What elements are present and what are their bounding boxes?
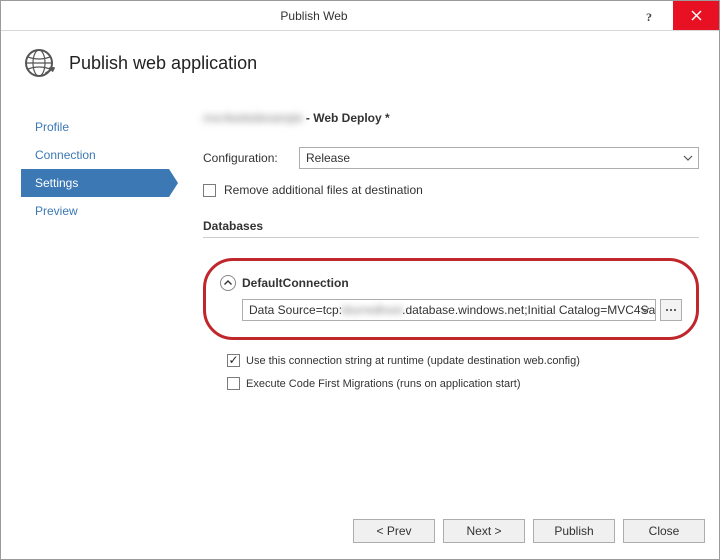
execute-migrations-label: Execute Code First Migrations (runs on a… [246, 378, 521, 390]
window-controls: ? [627, 1, 719, 30]
sidebar-item-connection[interactable]: Connection [21, 141, 169, 169]
databases-divider [203, 237, 699, 238]
window-title: Publish Web [1, 1, 627, 30]
close-icon [691, 10, 702, 21]
chevron-down-icon [639, 303, 651, 320]
sidebar-item-settings[interactable]: Settings [21, 169, 169, 197]
dialog-body: Profile Connection Settings Preview mvc4… [1, 91, 719, 509]
next-button[interactable]: Next > [443, 519, 525, 543]
cs-suffix: .database.windows.net;Initial Catalog=MV… [402, 303, 656, 317]
next-label: Next > [466, 524, 501, 538]
configuration-value: Release [306, 151, 350, 165]
help-button[interactable]: ? [627, 1, 673, 30]
prev-label: < Prev [376, 524, 411, 538]
remove-files-row: Remove additional files at destination [203, 183, 699, 197]
remove-files-label: Remove additional files at destination [224, 183, 423, 197]
profile-heading: mvc4websitesample - Web Deploy * [203, 111, 699, 125]
page-title: Publish web application [69, 53, 257, 74]
publish-web-dialog: Publish Web ? [0, 0, 720, 560]
databases-label: Databases [203, 219, 699, 233]
publish-label: Publish [554, 524, 593, 538]
default-connection-callout: DefaultConnection Data Source=tcp:blurre… [203, 258, 699, 340]
prev-button[interactable]: < Prev [353, 519, 435, 543]
connection-header: DefaultConnection [220, 275, 682, 291]
sidebar-item-label: Profile [35, 120, 69, 134]
cs-prefix: Data Source=tcp: [249, 303, 342, 317]
sidebar-item-preview[interactable]: Preview [21, 197, 169, 225]
chevron-down-icon [682, 151, 694, 168]
sidebar-item-label: Connection [35, 148, 96, 162]
browse-connection-button[interactable] [660, 299, 682, 321]
cs-host-hidden: blurredhost [342, 303, 402, 317]
profile-suffix: - Web Deploy * [306, 111, 390, 125]
collapse-toggle[interactable] [220, 275, 236, 291]
configuration-row: Configuration: Release [203, 147, 699, 169]
sidebar-item-profile[interactable]: Profile [21, 113, 169, 141]
sidebar-item-label: Preview [35, 204, 78, 218]
execute-migrations-checkbox[interactable] [227, 377, 240, 390]
use-at-runtime-label: Use this connection string at runtime (u… [246, 355, 580, 367]
sidebar: Profile Connection Settings Preview [21, 95, 169, 509]
close-label: Close [649, 524, 680, 538]
help-icon: ? [644, 10, 656, 22]
connection-string-row: Data Source=tcp:blurredhost.database.win… [242, 299, 682, 321]
configuration-label: Configuration: [203, 151, 289, 165]
title-bar: Publish Web ? [1, 1, 719, 31]
svg-text:?: ? [646, 10, 652, 22]
globe-icon [21, 45, 57, 81]
remove-files-checkbox[interactable] [203, 184, 216, 197]
sidebar-item-label: Settings [35, 176, 78, 190]
connection-string-select[interactable]: Data Source=tcp:blurredhost.database.win… [242, 299, 656, 321]
publish-button[interactable]: Publish [533, 519, 615, 543]
use-at-runtime-checkbox[interactable] [227, 354, 240, 367]
dialog-footer: < Prev Next > Publish Close [1, 509, 719, 559]
execute-migrations-row: Execute Code First Migrations (runs on a… [227, 377, 699, 390]
close-window-button[interactable] [673, 1, 719, 30]
connection-name: DefaultConnection [242, 276, 349, 290]
profile-name-hidden: mvc4websitesample [203, 111, 303, 125]
configuration-select[interactable]: Release [299, 147, 699, 169]
content-panel: mvc4websitesample - Web Deploy * Configu… [169, 95, 699, 509]
use-at-runtime-row: Use this connection string at runtime (u… [227, 354, 699, 367]
close-button[interactable]: Close [623, 519, 705, 543]
chevron-up-icon [223, 278, 233, 288]
dialog-header: Publish web application [1, 31, 719, 91]
ellipsis-icon [664, 305, 678, 315]
